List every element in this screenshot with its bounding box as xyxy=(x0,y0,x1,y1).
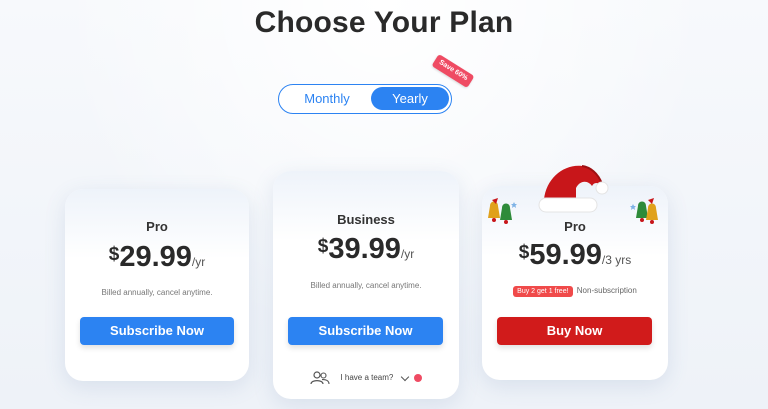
offer-note: Non-subscription xyxy=(576,286,637,295)
notification-dot xyxy=(413,374,422,382)
offer-tag: Buy 2 get 1 free! xyxy=(513,286,573,297)
subscribe-button[interactable]: Subscribe Now xyxy=(80,317,234,345)
plan-price: $59.99/3 yrs xyxy=(482,239,668,272)
price-amount: 59.99 xyxy=(529,239,602,271)
plan-card-pro: Pro $29.99/yr Billed annually, cancel an… xyxy=(65,189,249,381)
price-amount: 29.99 xyxy=(119,241,192,273)
christmas-bells-icon xyxy=(488,198,517,224)
subscribe-button[interactable]: Subscribe Now xyxy=(288,317,443,345)
billing-note: Billed annually, cancel anytime. xyxy=(101,288,213,297)
plan-name: Pro xyxy=(146,219,168,234)
buy-now-button[interactable]: Buy Now xyxy=(497,317,652,345)
page-title: Choose Your Plan xyxy=(254,6,514,39)
santa-hat-icon xyxy=(538,165,609,213)
team-link-label: I have a team? xyxy=(340,373,394,383)
price-currency: $ xyxy=(317,236,329,257)
plan-price: $39.99/yr xyxy=(273,233,459,266)
toggle-monthly[interactable]: Monthly xyxy=(283,87,371,110)
toggle-yearly[interactable]: Yearly xyxy=(371,87,449,110)
team-link[interactable]: I have a team? xyxy=(273,371,459,385)
price-period: /yr xyxy=(191,255,206,269)
team-icon xyxy=(310,371,330,385)
plan-price: $29.99/yr xyxy=(65,241,249,274)
plan-name: Business xyxy=(337,212,395,227)
chevron-down-icon xyxy=(400,372,409,382)
price-amount: 39.99 xyxy=(328,233,401,265)
price-period: /yr xyxy=(400,247,415,261)
billing-toggle[interactable]: Monthly Yearly xyxy=(278,84,452,114)
offer-line: Buy 2 get 1 free! Non-subscription xyxy=(482,286,668,297)
price-currency: $ xyxy=(108,244,120,265)
price-currency: $ xyxy=(518,242,530,263)
christmas-bells-icon xyxy=(630,198,658,224)
plan-card-business: Business $39.99/yr Billed annually, canc… xyxy=(273,171,459,399)
billing-note: Billed annually, cancel anytime. xyxy=(310,281,422,290)
price-period: /3 yrs xyxy=(601,253,632,267)
